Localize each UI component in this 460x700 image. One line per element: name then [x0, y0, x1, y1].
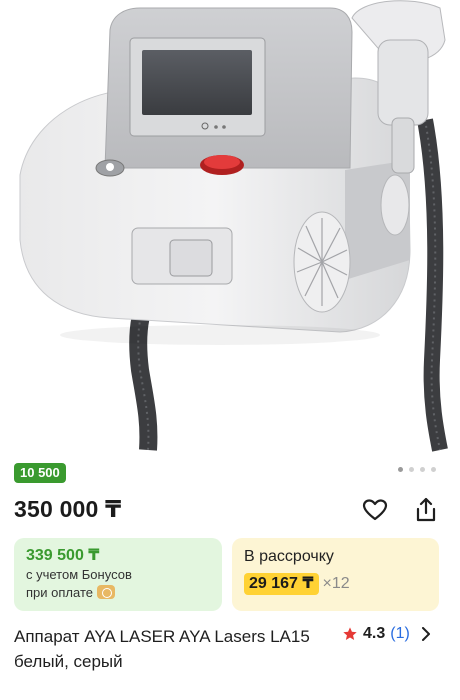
- bonus-coin-icon: [96, 585, 115, 599]
- favorite-button[interactable]: [360, 495, 390, 525]
- product-title: Аппарат AYA LASER AYA Lasers LA15 белый,…: [14, 627, 310, 671]
- share-icon: [416, 497, 436, 522]
- chevron-right-icon: [421, 627, 430, 641]
- carousel-dot[interactable]: [398, 467, 403, 472]
- carousel-dot[interactable]: [409, 467, 414, 472]
- rating-link[interactable]: 4.3 (1): [342, 625, 431, 643]
- bonus-note-line2: при оплате: [26, 584, 210, 602]
- bonus-note-text: при оплате: [26, 585, 93, 600]
- bonus-badge: 10 500: [14, 463, 66, 483]
- carousel-dot[interactable]: [431, 467, 436, 472]
- installment-amount: 29 167 ₸: [244, 573, 319, 595]
- installment-title: В рассрочку: [244, 548, 334, 565]
- laser-device-illustration: [19, 0, 448, 452]
- heart-icon: [362, 499, 388, 521]
- bonus-note-line1: с учетом Бонусов: [26, 567, 132, 582]
- bonus-price-card[interactable]: 339 500 ₸ с учетом Бонусов при оплате: [14, 538, 222, 611]
- product-price: 350 000 ₸: [14, 496, 122, 522]
- share-button[interactable]: [411, 495, 441, 525]
- installment-times: ×12: [322, 575, 350, 592]
- star-icon: [343, 627, 357, 640]
- product-image[interactable]: [0, 0, 460, 455]
- bonus-price: 339 500 ₸: [26, 547, 100, 564]
- carousel-dot[interactable]: [420, 467, 425, 472]
- rating-value: 4.3: [363, 625, 386, 642]
- carousel-dots: [398, 467, 436, 472]
- rating-count[interactable]: (1): [390, 625, 410, 643]
- installment-row: 29 167 ₸ ×12: [244, 573, 427, 595]
- installment-card[interactable]: В рассрочку 29 167 ₸ ×12: [232, 538, 439, 611]
